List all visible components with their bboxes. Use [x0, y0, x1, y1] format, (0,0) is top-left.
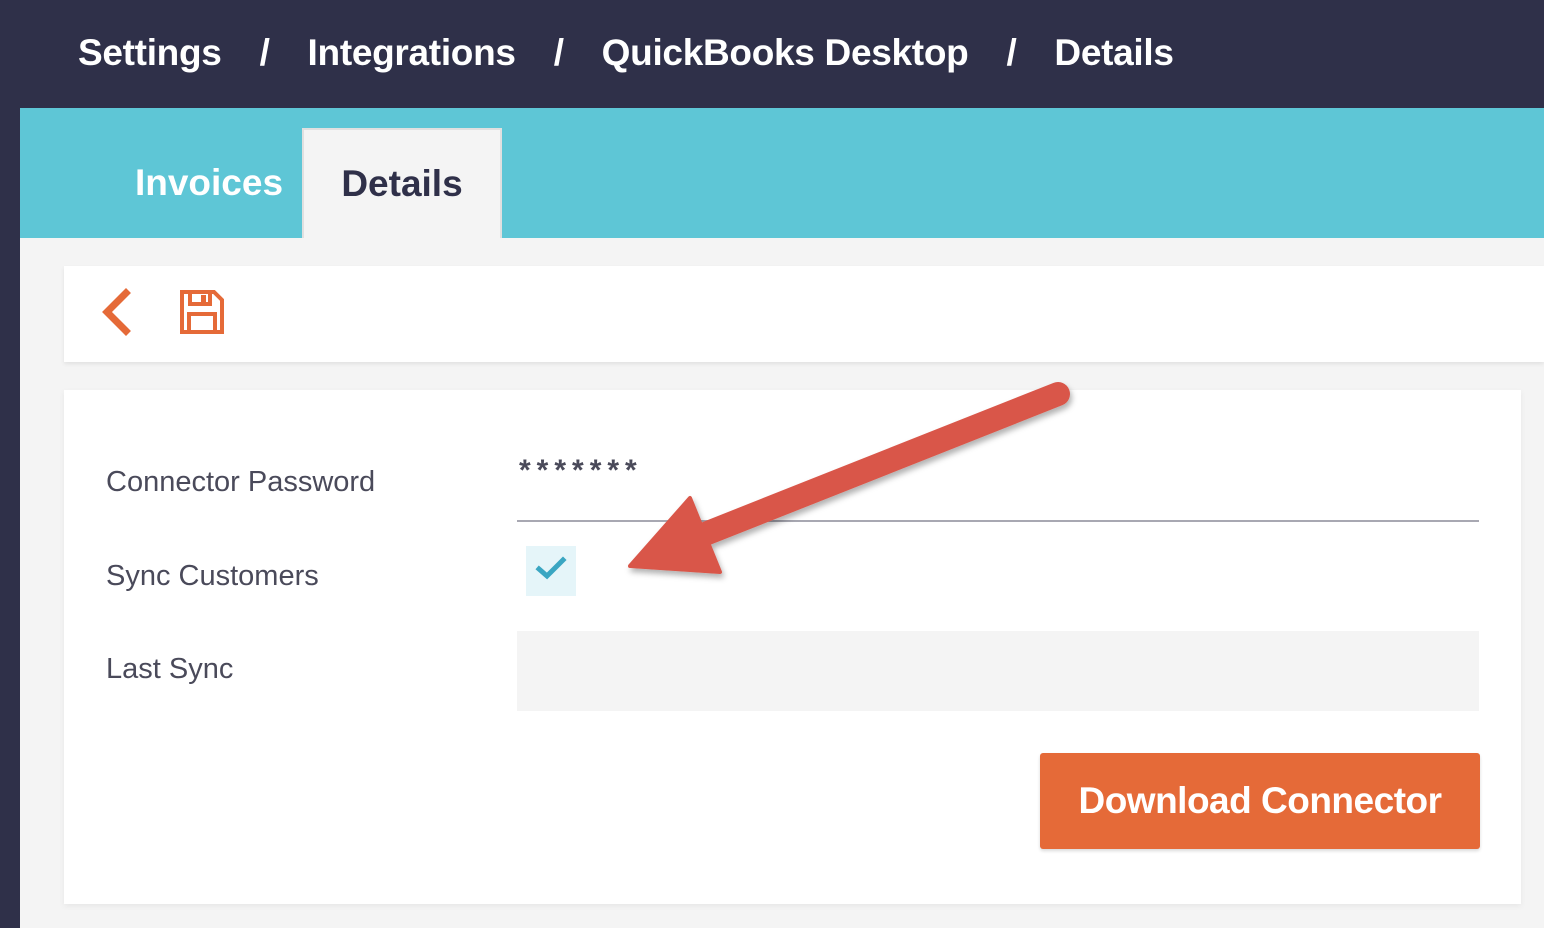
back-button[interactable]: [88, 286, 144, 342]
toolbar: [64, 266, 1544, 362]
sync-customers-label: Sync Customers: [106, 560, 319, 592]
breadcrumb-separator: /: [259, 32, 270, 73]
checkmark-icon: [535, 555, 567, 587]
last-sync-field: [517, 631, 1479, 711]
tab-details[interactable]: Details: [302, 128, 502, 238]
app-panel: Invoices Details Connector Password ****…: [20, 108, 1544, 928]
sync-customers-checkbox[interactable]: [526, 546, 576, 596]
details-form-card: Connector Password ******* Sync Customer…: [64, 390, 1521, 904]
tab-invoices[interactable]: Invoices: [90, 128, 328, 238]
breadcrumb-separator: /: [1006, 32, 1017, 73]
last-sync-label: Last Sync: [106, 653, 234, 685]
breadcrumb-quickbooks-desktop[interactable]: QuickBooks Desktop: [602, 32, 969, 74]
breadcrumb-details: Details: [1054, 32, 1174, 73]
top-header: Settings / Integrations / QuickBooks Des…: [0, 0, 1544, 108]
breadcrumb-settings[interactable]: Settings: [78, 32, 222, 74]
breadcrumb-separator: /: [553, 32, 564, 73]
connector-password-input[interactable]: *******: [517, 450, 1479, 522]
breadcrumb-integrations[interactable]: Integrations: [308, 32, 516, 74]
chevron-left-icon: [98, 287, 134, 341]
breadcrumb: Settings / Integrations / QuickBooks Des…: [78, 28, 1174, 78]
download-connector-button[interactable]: Download Connector: [1040, 753, 1480, 849]
save-button[interactable]: [174, 286, 230, 342]
floppy-disk-icon: [179, 289, 225, 340]
connector-password-label: Connector Password: [106, 466, 376, 498]
tab-bar: Invoices Details: [20, 108, 1544, 238]
